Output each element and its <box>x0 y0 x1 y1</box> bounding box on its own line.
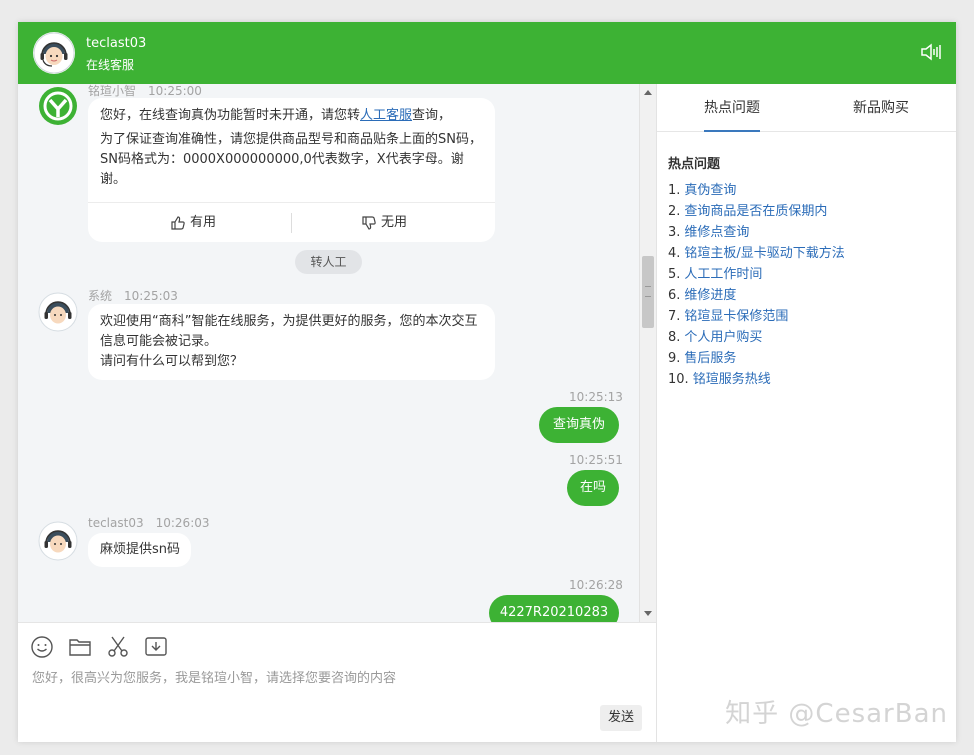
list-item[interactable]: 2. 查询商品是否在质保期内 <box>668 201 845 222</box>
useless-button[interactable]: 无用 <box>361 213 407 233</box>
useful-button[interactable]: 有用 <box>170 213 216 233</box>
feedback-bar: 有用 无用 <box>88 202 495 242</box>
list-item[interactable]: 10. 铭瑄服务热线 <box>668 369 845 390</box>
hot-questions-list: 1. 真伪查询 2. 查询商品是否在质保期内 3. 维修点查询 4. 铭瑄主板/显卡驱动… <box>668 180 845 390</box>
header-title: teclast03 <box>86 36 147 51</box>
message-text: 请问有什么可以帮到您？ <box>100 354 244 369</box>
agent-avatar-icon <box>38 521 78 561</box>
item-number: 3. <box>668 225 681 240</box>
agent-message-bubble: 麻烦提供sn码 <box>88 533 191 567</box>
message-input-area[interactable]: 您好，很高兴为您服务，我是铭瑄小智，请选择您要咨询的内容 发送 <box>18 622 656 742</box>
scroll-up-icon[interactable] <box>644 90 652 95</box>
list-item[interactable]: 7. 铭瑄显卡保修范围 <box>668 306 845 327</box>
list-item[interactable]: 1. 真伪查询 <box>668 180 845 201</box>
message-meta: 铭瑄小智 10:25:00 <box>88 84 202 99</box>
list-item[interactable]: 5. 人工工作时间 <box>668 264 845 285</box>
sender-name: teclast03 <box>88 516 144 530</box>
user-message-bubble: 查询真伪 <box>539 407 619 443</box>
transfer-to-human-button[interactable]: 转人工 <box>295 250 362 274</box>
message-time: 10:26:03 <box>155 516 210 530</box>
sender-name: 铭瑄小智 <box>88 84 137 98</box>
divider <box>291 213 292 233</box>
emoji-icon[interactable] <box>30 635 54 659</box>
user-message-bubble: 在吗 <box>567 470 619 506</box>
item-number: 6. <box>668 288 681 303</box>
user-message-bubble: 4227R20210283 <box>489 595 619 622</box>
message-input[interactable]: 您好，很高兴为您服务，我是铭瑄小智，请选择您要咨询的内容 <box>32 667 396 686</box>
question-link[interactable]: 维修进度 <box>684 288 736 303</box>
item-number: 5. <box>668 267 681 282</box>
message-time: 10:25:51 <box>569 453 623 467</box>
bot-message-bubble: 您好，在线查询真伪功能暂时未开通，请您转人工客服查询， 为了保证查询准确性，请您… <box>88 98 495 242</box>
item-number: 1. <box>668 183 681 198</box>
message-time: 10:25:13 <box>569 390 623 404</box>
chat-messages[interactable]: 铭瑄小智 10:25:00 您好，在线查询真伪功能暂时未开通，请您转人工客服查询，… <box>18 84 656 622</box>
useful-label: 有用 <box>190 215 217 230</box>
message-text-part: 查询， <box>412 108 452 123</box>
message-time: 10:25:03 <box>124 289 178 303</box>
item-number: 4. <box>668 246 681 261</box>
header-bar: teclast03 在线客服 <box>18 22 956 84</box>
message-meta: 系统 10:25:03 <box>88 287 178 304</box>
item-number: 10. <box>668 372 689 387</box>
message-text: 麻烦提供sn码 <box>100 542 181 557</box>
chat-scrollbar[interactable] <box>639 84 656 622</box>
message-meta: teclast03 10:26:03 <box>88 516 210 530</box>
list-item[interactable]: 8. 个人用户购买 <box>668 327 845 348</box>
message-time: 10:26:28 <box>569 578 623 592</box>
speaker-icon[interactable] <box>920 42 942 62</box>
item-number: 8. <box>668 330 681 345</box>
message-time: 10:25:00 <box>148 84 202 98</box>
list-item[interactable]: 6. 维修进度 <box>668 285 845 306</box>
list-item[interactable]: 3. 维修点查询 <box>668 222 845 243</box>
list-item[interactable]: 4. 铭瑄主板/显卡驱动下载方法 <box>668 243 845 264</box>
sender-name: 系统 <box>88 289 113 303</box>
folder-icon[interactable] <box>68 635 92 659</box>
item-number: 2. <box>668 204 681 219</box>
hot-questions-title: 热点问题 <box>668 157 721 172</box>
hot-questions-panel: 热点问题 新品购买 热点问题 1. 真伪查询 2. 查询商品是否在质保期内 3. 维修… <box>656 84 956 742</box>
thumbs-down-icon <box>362 216 376 230</box>
question-link[interactable]: 铭瑄显卡保修范围 <box>684 309 788 324</box>
thumbs-up-icon <box>171 216 185 230</box>
item-number: 7. <box>668 309 681 324</box>
useless-label: 无用 <box>381 215 408 230</box>
question-link[interactable]: 售后服务 <box>684 351 736 366</box>
bot-avatar-icon <box>38 86 78 126</box>
human-service-link[interactable]: 人工客服 <box>360 108 412 123</box>
question-link[interactable]: 铭瑄服务热线 <box>693 372 771 387</box>
question-link[interactable]: 个人用户购买 <box>684 330 762 345</box>
message-text: 欢迎使用“商科”智能在线服务，为提供更好的服务，您的本次交互信息可能会被记录。 <box>100 314 478 349</box>
question-link[interactable]: 人工工作时间 <box>684 267 762 282</box>
item-number: 9. <box>668 351 681 366</box>
question-link[interactable]: 维修点查询 <box>684 225 749 240</box>
scroll-thumb[interactable] <box>642 256 654 328</box>
question-link[interactable]: 查询商品是否在质保期内 <box>684 204 827 219</box>
scroll-down-icon[interactable] <box>644 611 652 616</box>
agent-avatar-icon <box>33 32 75 74</box>
system-message-bubble: 欢迎使用“商科”智能在线服务，为提供更好的服务，您的本次交互信息可能会被记录。 … <box>88 304 495 380</box>
chat-window: teclast03 在线客服 铭瑄小智 10:25:00 您好，在线查询真伪功能暂… <box>18 22 956 742</box>
tab-new-products[interactable]: 新品购买 <box>853 84 909 132</box>
send-button[interactable]: 发送 <box>600 705 642 731</box>
list-item[interactable]: 9. 售后服务 <box>668 348 845 369</box>
header-subtitle: 在线客服 <box>86 58 135 72</box>
tab-hot-questions[interactable]: 热点问题 <box>704 84 760 132</box>
question-link[interactable]: 真伪查询 <box>684 183 736 198</box>
sidebar-tabs: 热点问题 新品购买 <box>657 84 956 132</box>
question-link[interactable]: 铭瑄主板/显卡驱动下载方法 <box>684 246 844 261</box>
watermark: 知乎 @CesarBan <box>725 699 948 729</box>
message-text: 为了保证查询准确性，请您提供商品型号和商品贴条上面的SN码，SN码格式为：000… <box>100 132 482 187</box>
download-icon[interactable] <box>144 635 168 659</box>
scissors-icon[interactable] <box>106 635 130 659</box>
message-text-part: 您好，在线查询真伪功能暂时未开通，请您转 <box>100 108 361 123</box>
message-text: 您好，在线查询真伪功能暂时未开通，请您转人工客服查询， <box>100 106 486 126</box>
system-avatar-icon <box>38 292 78 332</box>
